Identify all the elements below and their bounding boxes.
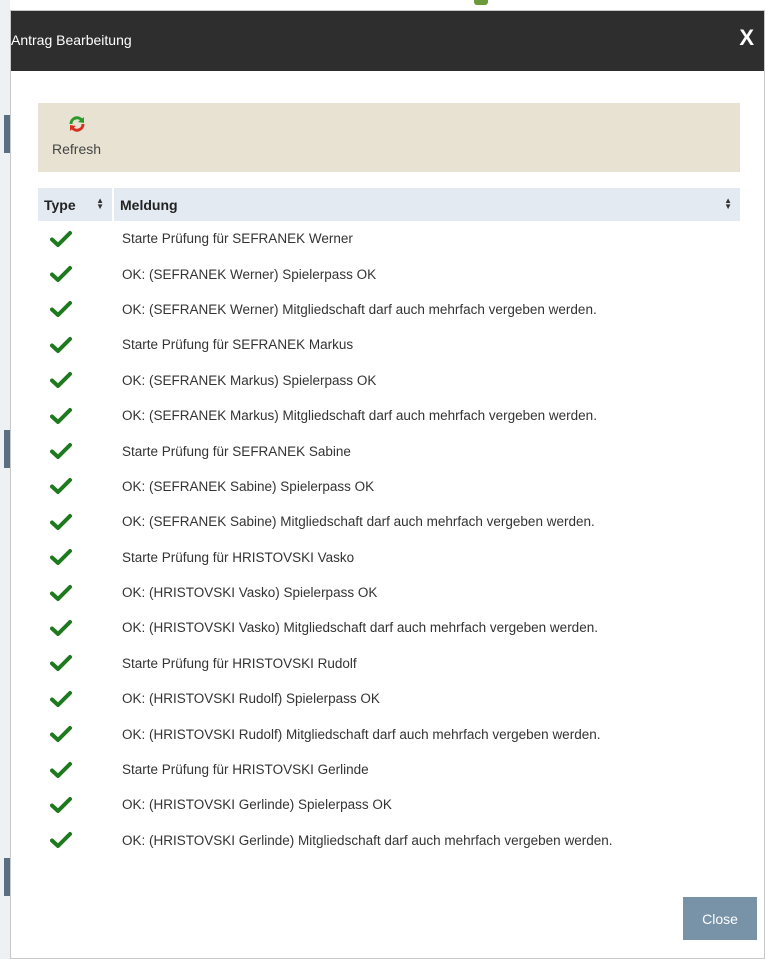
message-cell: OK: (HRISTOVSKI Rudolf) Mitgliedschaft d… [122, 726, 601, 742]
type-cell [38, 504, 113, 539]
table-row: OK: (SEFRANEK Sabine) Mitgliedschaft dar… [38, 504, 740, 539]
type-cell [38, 752, 113, 787]
table-row: Starte Prüfung für SEFRANEK Markus [38, 327, 740, 362]
background-page-icon [474, 0, 488, 5]
close-icon[interactable]: X [739, 25, 754, 51]
message-cell: Starte Prüfung für SEFRANEK Markus [122, 337, 354, 353]
message-cell: OK: (SEFRANEK Sabine) Mitgliedschaft dar… [122, 514, 595, 530]
check-icon [50, 549, 72, 566]
type-cell [38, 327, 113, 362]
type-cell [38, 575, 113, 610]
table-row: OK: (HRISTOVSKI Vasko) Spielerpass OK [38, 575, 740, 610]
table-row: OK: (HRISTOVSKI Vasko) Mitgliedschaft da… [38, 610, 740, 645]
type-cell [38, 221, 113, 256]
toolbar: Refresh [38, 103, 740, 172]
message-cell: OK: (SEFRANEK Markus) Spielerpass OK [122, 372, 377, 388]
message-cell: OK: (SEFRANEK Werner) Mitgliedschaft dar… [122, 301, 597, 317]
message-cell: OK: (HRISTOVSKI Rudolf) Spielerpass OK [122, 691, 380, 707]
table-header-row: Type ▲ ▼ Meldung ▲ ▼ [38, 188, 740, 221]
table-row: OK: (SEFRANEK Werner) Spielerpass OK [38, 256, 740, 291]
check-icon [50, 796, 72, 813]
type-cell [38, 398, 113, 433]
table-row: Starte Prüfung für HRISTOVSKI Vasko [38, 540, 740, 575]
check-icon [50, 372, 72, 389]
table-row: OK: (SEFRANEK Sabine) Spielerpass OK [38, 469, 740, 504]
type-cell [38, 469, 113, 504]
sort-icon[interactable]: ▲ ▼ [96, 197, 104, 211]
messages-table-body: Starte Prüfung für SEFRANEK Werner OK: (S… [38, 221, 740, 858]
type-cell [38, 787, 113, 822]
type-cell [38, 823, 113, 858]
type-cell [38, 256, 113, 291]
column-header-type-label: Type [44, 196, 76, 213]
table-row: OK: (SEFRANEK Werner) Mitgliedschaft dar… [38, 292, 740, 327]
table-row: OK: (HRISTOVSKI Gerlinde) Mitgliedschaft… [38, 823, 740, 858]
type-cell [38, 540, 113, 575]
type-cell [38, 610, 113, 645]
check-icon [50, 726, 72, 743]
check-icon [50, 513, 72, 530]
column-header-type[interactable]: Type ▲ ▼ [38, 188, 114, 221]
table-row: OK: (HRISTOVSKI Rudolf) Mitgliedschaft d… [38, 716, 740, 751]
table-row: Starte Prüfung für HRISTOVSKI Gerlinde [38, 752, 740, 787]
type-cell [38, 292, 113, 327]
message-cell: OK: (HRISTOVSKI Vasko) Mitgliedschaft da… [122, 620, 598, 636]
table-row: OK: (SEFRANEK Markus) Spielerpass OK [38, 363, 740, 398]
check-icon [50, 584, 72, 601]
table-row: Starte Prüfung für HRISTOVSKI Rudolf [38, 646, 740, 681]
check-icon [50, 619, 72, 636]
table-row: OK: (SEFRANEK Markus) Mitgliedschaft dar… [38, 398, 740, 433]
refresh-label: Refresh [52, 141, 102, 157]
message-cell: OK: (HRISTOVSKI Gerlinde) Mitgliedschaft… [122, 832, 613, 848]
check-icon [50, 761, 72, 778]
dialog-titlebar: Antrag Bearbeitung X [11, 11, 764, 71]
refresh-icon [69, 116, 85, 132]
check-icon [50, 336, 72, 353]
table-row: OK: (HRISTOVSKI Rudolf) Spielerpass OK [38, 681, 740, 716]
message-cell: Starte Prüfung für SEFRANEK Sabine [122, 443, 351, 459]
message-cell: Starte Prüfung für HRISTOVSKI Rudolf [122, 655, 357, 671]
message-cell: Starte Prüfung für HRISTOVSKI Gerlinde [122, 762, 369, 778]
table-row: Starte Prüfung für SEFRANEK Werner [38, 221, 740, 256]
type-cell [38, 716, 113, 751]
column-header-message[interactable]: Meldung ▲ ▼ [113, 188, 740, 221]
refresh-button[interactable]: Refresh [52, 115, 112, 163]
message-cell: OK: (SEFRANEK Werner) Spielerpass OK [122, 266, 377, 282]
check-icon [50, 832, 72, 849]
message-cell: OK: (SEFRANEK Markus) Mitgliedschaft dar… [122, 408, 597, 424]
type-cell [38, 433, 113, 468]
message-cell: OK: (SEFRANEK Sabine) Spielerpass OK [122, 478, 375, 494]
check-icon [50, 301, 72, 318]
table-row: Starte Prüfung für SEFRANEK Sabine [38, 433, 740, 468]
check-icon [50, 230, 72, 247]
type-cell [38, 646, 113, 681]
check-icon [50, 690, 72, 707]
dialog-title: Antrag Bearbeitung [11, 32, 132, 48]
message-cell: Starte Prüfung für SEFRANEK Werner [122, 231, 353, 247]
check-icon [50, 478, 72, 495]
check-icon [50, 655, 72, 672]
type-cell [38, 363, 113, 398]
type-cell [38, 681, 113, 716]
column-header-message-label: Meldung [120, 196, 178, 213]
sort-icon[interactable]: ▲ ▼ [724, 197, 732, 211]
message-cell: OK: (HRISTOVSKI Gerlinde) Spielerpass OK [122, 797, 392, 813]
messages-table: Type ▲ ▼ Meldung ▲ ▼ Starte Prüfung für SE… [38, 188, 740, 858]
table-row: OK: (HRISTOVSKI Gerlinde) Spielerpass OK [38, 787, 740, 822]
message-cell: Starte Prüfung für HRISTOVSKI Vasko [122, 549, 355, 565]
message-cell: OK: (HRISTOVSKI Vasko) Spielerpass OK [122, 585, 378, 601]
check-icon [50, 443, 72, 460]
check-icon [50, 407, 72, 424]
edit-request-dialog: Antrag Bearbeitung X Refresh Type ▲ ▼ Mel… [10, 10, 765, 959]
close-button[interactable]: Close [683, 897, 757, 940]
check-icon [50, 266, 72, 283]
